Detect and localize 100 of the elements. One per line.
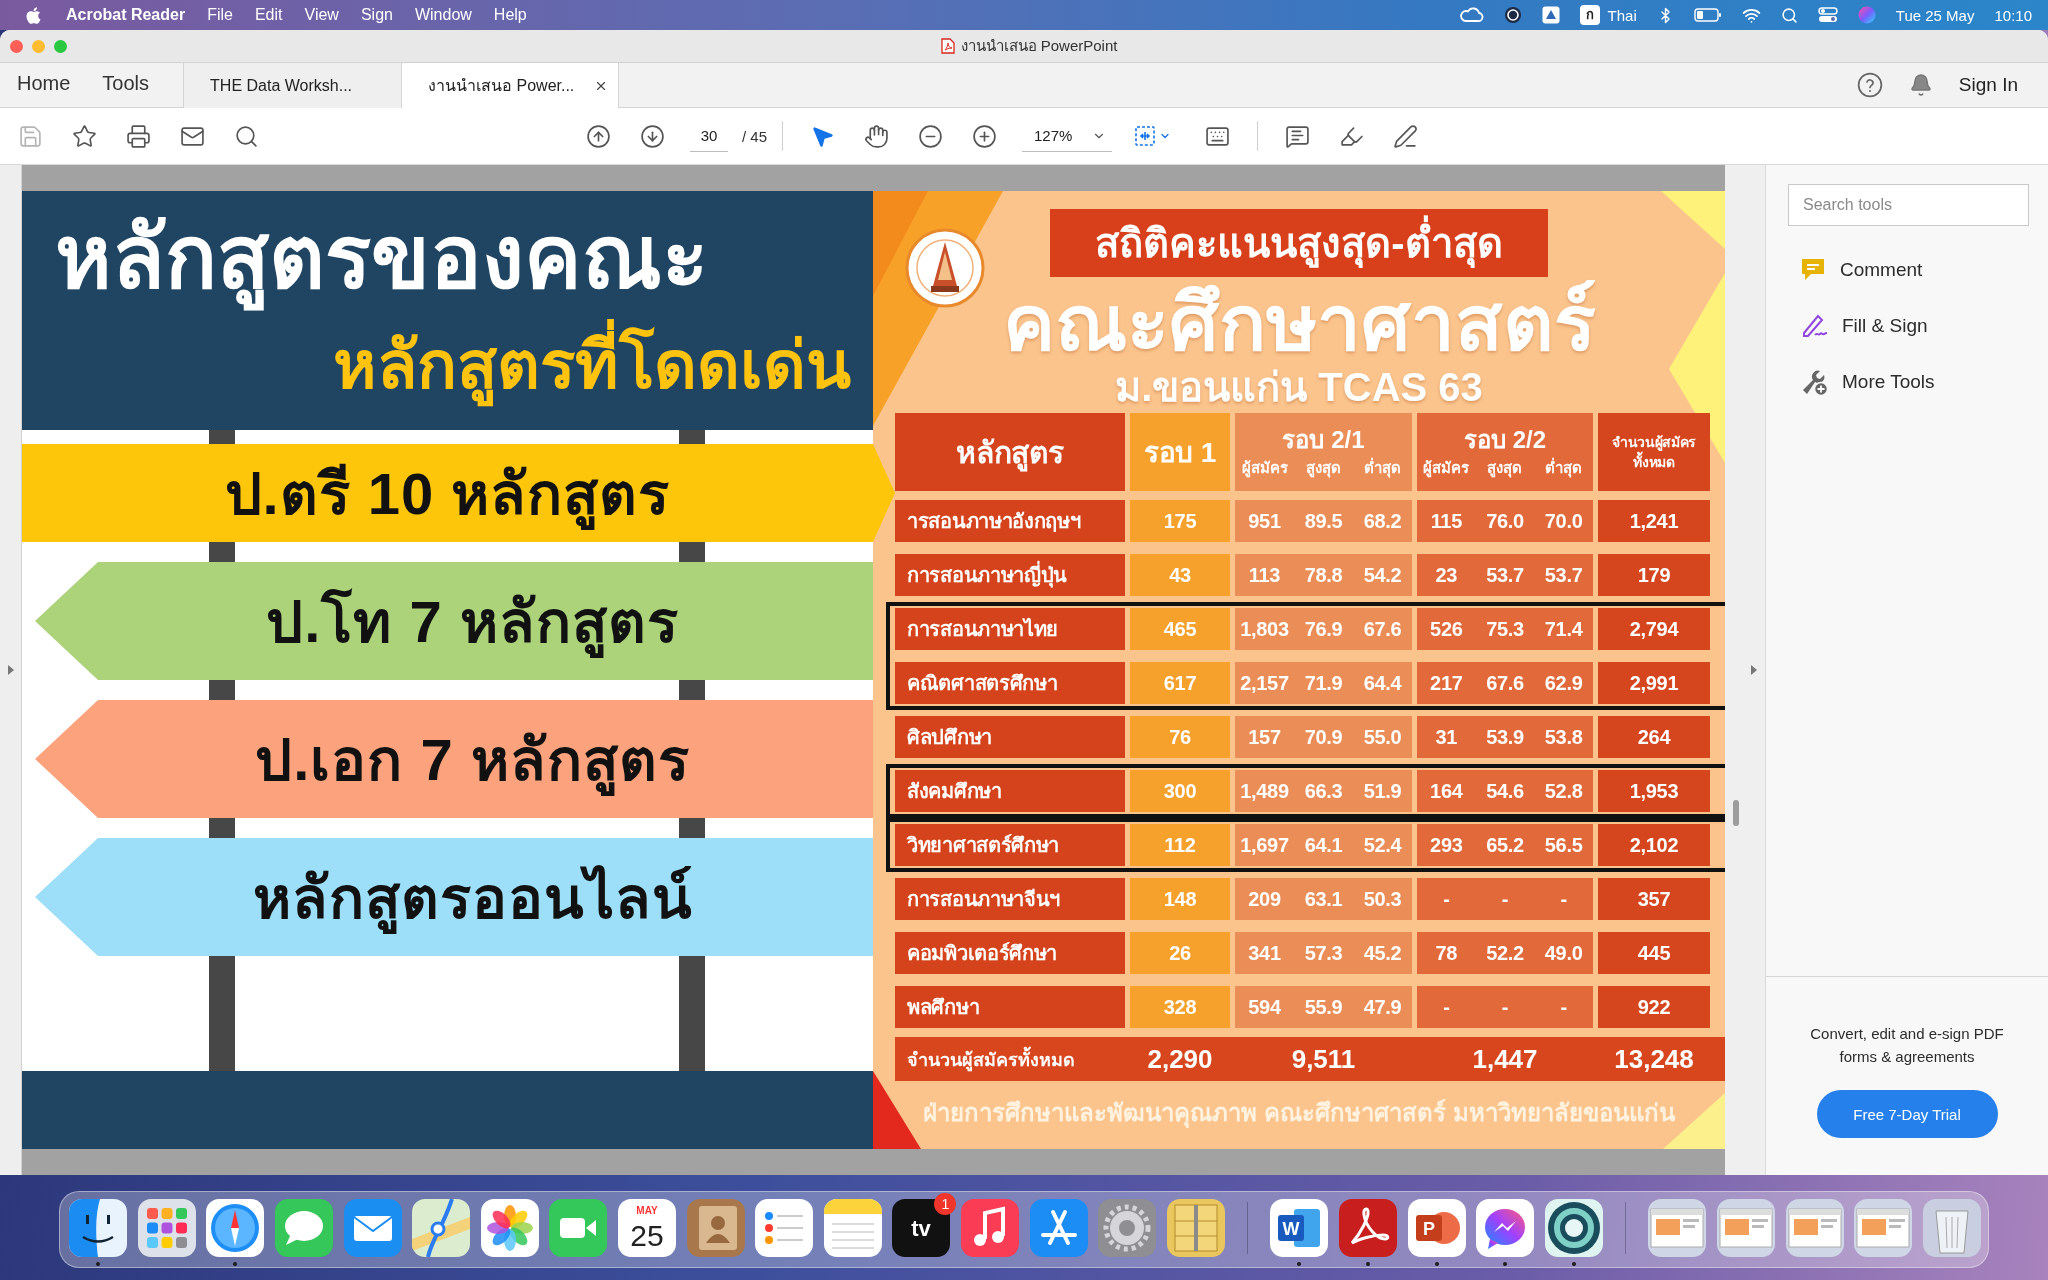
table-cell: 2,991 [1598, 662, 1710, 704]
menu-item[interactable]: View [293, 6, 350, 24]
menu-item[interactable]: Sign [349, 6, 404, 24]
column-header: หลักสูตร [895, 413, 1125, 491]
address-book-icon[interactable] [686, 1199, 745, 1257]
video-camera-icon[interactable] [549, 1199, 608, 1257]
envelope-icon[interactable] [343, 1199, 402, 1257]
window-preview-icon[interactable] [1716, 1199, 1775, 1257]
dashed-frame-icon[interactable] [1133, 124, 1158, 148]
score-value: 53.7 [1543, 563, 1584, 587]
search-tools-field[interactable]: Search tools [1788, 184, 2029, 226]
notepad-icon[interactable] [823, 1199, 882, 1257]
score-value: 71.4 [1543, 617, 1584, 641]
scrollbar-thumb[interactable] [1733, 800, 1739, 826]
score-value: 54.6 [1485, 779, 1525, 803]
apple-icon[interactable] [24, 5, 43, 25]
comment-icon[interactable] [1284, 123, 1310, 149]
menu-item[interactable]: Window [403, 6, 483, 24]
score-value: 53.8 [1543, 725, 1584, 749]
cloud-icon[interactable] [1459, 7, 1484, 23]
smiling-face-icon[interactable] [69, 1199, 128, 1257]
bell-icon[interactable] [1908, 73, 1933, 97]
gear-icon[interactable] [1098, 1199, 1157, 1257]
window-close-button[interactable] [10, 39, 23, 53]
app-menu[interactable]: Acrobat Reader [55, 6, 197, 24]
music-note-icon[interactable] [961, 1199, 1019, 1257]
expand-arrow-icon[interactable] [6, 664, 15, 676]
score-value: 951 [1247, 509, 1282, 533]
total-value: 9,511 [1290, 1043, 1357, 1075]
score-value: 49.0 [1543, 941, 1584, 965]
score-value: 65.2 [1485, 833, 1525, 857]
map-icon[interactable] [412, 1199, 471, 1257]
star-icon[interactable] [71, 123, 97, 149]
sign-in-link[interactable]: Sign In [1958, 74, 2018, 96]
score-value: 45.2 [1362, 941, 1403, 965]
menu-item[interactable]: File [196, 6, 244, 24]
word-document-icon[interactable]: W [1270, 1199, 1329, 1257]
file-cabinet-icon[interactable] [1166, 1199, 1225, 1257]
score-value: 62.9 [1543, 671, 1584, 695]
table-cell: 617 [1130, 662, 1230, 704]
table-cell: 76 [1130, 716, 1230, 758]
presentation-icon[interactable]: P [1407, 1199, 1466, 1257]
triangle-square-icon[interactable] [1541, 6, 1560, 24]
score-value: 78.8 [1303, 563, 1344, 587]
table-cell: 43 [1130, 554, 1230, 596]
search-icon[interactable] [233, 123, 259, 149]
score-value: 2,157 [1239, 671, 1290, 695]
table-cell: 2,102 [1598, 824, 1710, 866]
zoom-in-icon[interactable] [971, 123, 997, 149]
hand-icon[interactable] [863, 123, 889, 149]
compass-icon[interactable] [206, 1199, 265, 1257]
free-trial-button[interactable]: Free 7-Day Trial [1816, 1090, 1998, 1138]
pen-icon[interactable] [1800, 313, 1828, 339]
document-tab[interactable]: งานนำเสนอ Power... [401, 63, 620, 108]
slide-heading: หลักสูตรของคณะ [55, 199, 851, 315]
course-cell: การสอนภาษาญี่ปุ่น [895, 554, 1125, 596]
input-source-indicator[interactable]: ก [1579, 5, 1600, 25]
chat-bubble-icon[interactable] [275, 1199, 334, 1257]
tool-list-item[interactable]: More Tools [1766, 354, 2048, 410]
expand-arrow-icon[interactable] [1750, 664, 1758, 676]
score-value: 50.3 [1362, 887, 1403, 911]
search-icon[interactable] [1780, 6, 1798, 24]
menu-item[interactable]: Edit [243, 6, 294, 24]
help-icon[interactable] [1856, 72, 1883, 98]
score-value: 1,489 [1239, 779, 1290, 803]
menu-item[interactable]: Help [482, 6, 538, 24]
arrow-down-icon[interactable] [639, 123, 665, 149]
swoosh-icon[interactable] [1339, 1199, 1397, 1257]
pen-icon[interactable] [1392, 123, 1418, 149]
nav-tab[interactable]: Tools [86, 63, 166, 107]
nav-tab[interactable]: Home [1, 63, 87, 107]
tool-list-item[interactable]: Fill & Sign [1766, 298, 2048, 354]
score-value: - [1559, 887, 1568, 911]
print-icon[interactable] [125, 123, 151, 149]
document-tab[interactable]: THE Data Worksh... [183, 63, 402, 108]
score-value: 54.2 [1362, 563, 1403, 587]
window-preview-icon[interactable] [1648, 1199, 1707, 1257]
course-cell: พลศึกษา [895, 986, 1125, 1028]
zoom-dropdown[interactable]: 127% [1022, 120, 1113, 152]
sub-column-header: สูงสุด [1486, 458, 1524, 479]
score-value: 1,803 [1239, 617, 1290, 641]
toggle-switches-icon[interactable] [1817, 7, 1838, 23]
tool-list-item[interactable]: Comment [1766, 242, 2048, 298]
battery-icon[interactable] [1693, 8, 1722, 22]
lightning-bubble-icon[interactable] [1476, 1199, 1535, 1257]
ring-icon[interactable] [1503, 6, 1522, 24]
window-preview-icon[interactable] [1854, 1199, 1913, 1257]
app-store-icon[interactable] [1029, 1199, 1088, 1257]
score-value: 70.0 [1543, 509, 1584, 533]
page-number-field[interactable]: 30 [690, 120, 728, 152]
sub-column-header: สูงสุด [1305, 458, 1342, 479]
calendar-icon[interactable]: MAY 25 [618, 1199, 677, 1257]
zoom-out-icon[interactable] [917, 123, 943, 149]
ring-icon[interactable] [1544, 1199, 1603, 1257]
flower-icon[interactable] [480, 1199, 539, 1257]
arrow-up-icon[interactable] [585, 123, 611, 149]
window-preview-icon[interactable] [1785, 1199, 1844, 1257]
app-grid-icon[interactable] [137, 1199, 196, 1257]
score-value: 217 [1429, 671, 1464, 695]
checklist-icon[interactable] [755, 1199, 814, 1257]
